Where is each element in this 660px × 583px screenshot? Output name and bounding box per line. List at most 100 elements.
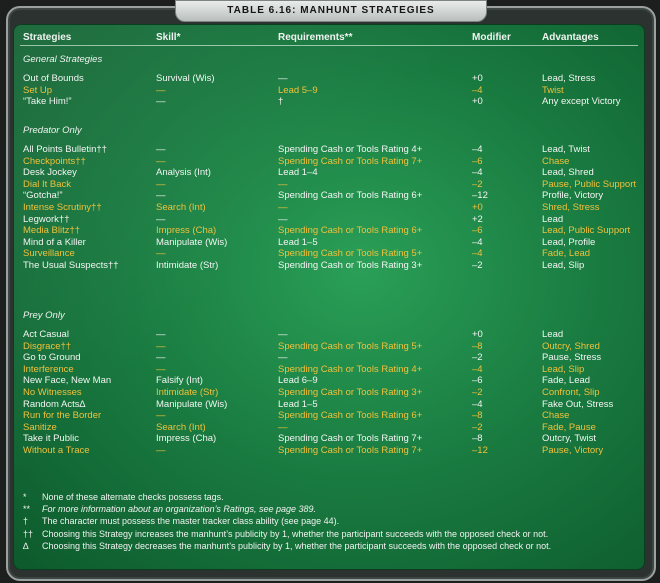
cell-strategy: Sanitize xyxy=(23,421,57,433)
cell-skill: Impress (Cha) xyxy=(156,225,217,237)
cell-skill: — xyxy=(156,363,166,375)
cell-requirements: Spending Cash or Tools Rating 7+ xyxy=(278,433,423,445)
footnote-text: For more information about an organizati… xyxy=(42,504,316,515)
cell-skill: Survival (Wis) xyxy=(156,73,215,84)
cell-requirements: — xyxy=(278,329,288,340)
cell-requirements: Lead 1–5 xyxy=(278,236,318,248)
table-row: Without a Trace — Spending Cash or Tools R… xyxy=(20,445,638,457)
cell-advantages: Pause, Victory xyxy=(542,445,604,456)
section-label: General Strategies xyxy=(23,54,103,65)
table-row: Interference — Spending Cash or Tools Rati… xyxy=(20,364,638,376)
table-row: Sanitize Search (Int) — –2 Fade, Pause xyxy=(20,422,638,434)
cell-strategy: “Gotcha!” xyxy=(23,190,63,202)
cell-skill: — xyxy=(156,213,166,225)
table-row: New Face, New Man Falsify (Int) Lead 6–9 –6… xyxy=(20,375,638,387)
table-row: All Points Bulletin†† — Spending Cash or T… xyxy=(20,144,638,156)
cell-modifier: –2 xyxy=(472,352,483,364)
cell-advantages: Pause, Public Support xyxy=(542,178,637,190)
cell-advantages: Lead, Slip xyxy=(542,260,585,271)
cell-requirements: Spending Cash or Tools Rating 3+ xyxy=(278,260,423,271)
cell-strategy: Desk Jockey xyxy=(23,167,77,179)
cell-modifier: –8 xyxy=(472,433,483,445)
section-label: Predator Only xyxy=(23,125,82,136)
cell-advantages: Shred, Stress xyxy=(542,202,600,213)
cell-requirements: Spending Cash or Tools Rating 6+ xyxy=(278,190,423,202)
table-row: Surveillance — Spending Cash or Tools Rati… xyxy=(20,248,638,260)
cell-strategy: Go to Ground xyxy=(23,352,81,364)
cell-skill: Manipulate (Wis) xyxy=(156,398,228,410)
cell-skill: — xyxy=(156,155,166,167)
cell-skill: Search (Int) xyxy=(156,202,206,213)
cell-advantages: Twist xyxy=(542,84,564,96)
cell-skill: Intimidate (Str) xyxy=(156,260,219,271)
cell-strategy: Intense Scrutiny†† xyxy=(23,202,102,213)
cell-requirements: — xyxy=(278,178,288,190)
header-requirements: Requirements** xyxy=(278,32,353,43)
table-row: Desk Jockey Analysis (Int) Lead 1–4 –4 Lead,… xyxy=(20,167,638,179)
table-row: “Gotcha!” — Spending Cash or Tools Rating … xyxy=(20,190,638,202)
table-row: Go to Ground — — –2 Pause, Stress xyxy=(20,352,638,364)
cell-strategy: Mind of a Killer xyxy=(23,236,86,248)
cell-requirements: Spending Cash or Tools Rating 5+ xyxy=(278,248,423,260)
cell-modifier: +2 xyxy=(472,213,483,225)
cell-advantages: Confront, Slip xyxy=(542,387,600,398)
cell-modifier: –2 xyxy=(472,387,483,398)
cell-requirements: — xyxy=(278,421,288,433)
footnote: ∆ Choosing this Strategy decreases the ma… xyxy=(20,540,630,552)
table-row: Dial It Back — — –2 Pause, Public Support xyxy=(20,179,638,191)
cell-advantages: Lead, Profile xyxy=(542,236,596,248)
cell-modifier: –12 xyxy=(472,190,488,202)
cell-strategy: Act Casual xyxy=(23,329,69,340)
cell-skill: Impress (Cha) xyxy=(156,433,217,445)
cell-advantages: Fake Out, Stress xyxy=(542,398,614,410)
cell-strategy: No Witnesses xyxy=(23,387,82,398)
table-row: Media Blitz†† Impress (Cha) Spending Cash … xyxy=(20,225,638,237)
cell-strategy: Random Acts∆ xyxy=(23,398,86,410)
table-row: Act Casual — — +0 Lead xyxy=(20,329,638,341)
footnote: †† Choosing this Strategy increases the m… xyxy=(20,528,630,540)
cell-requirements: Lead 5–9 xyxy=(278,84,318,96)
table-row: Run for the Border — Spending Cash or Tool… xyxy=(20,410,638,422)
cell-skill: — xyxy=(156,96,166,108)
footnote-mark: ** xyxy=(23,504,31,515)
cell-skill: Search (Int) xyxy=(156,421,206,433)
cell-modifier: +0 xyxy=(472,202,483,213)
cell-requirements: Spending Cash or Tools Rating 4+ xyxy=(278,144,423,155)
cell-requirements: Lead 1–4 xyxy=(278,167,318,179)
cell-strategy: All Points Bulletin†† xyxy=(23,144,107,155)
cell-requirements: Spending Cash or Tools Rating 7+ xyxy=(278,155,423,167)
cell-modifier: –4 xyxy=(472,363,483,375)
cell-modifier: –2 xyxy=(472,260,483,271)
footnote-text: None of these alternate checks possess t… xyxy=(42,492,224,502)
cell-strategy: Run for the Border xyxy=(23,410,102,422)
cell-skill: Manipulate (Wis) xyxy=(156,236,228,248)
cell-advantages: Lead, Shred xyxy=(542,167,594,179)
cell-skill: — xyxy=(156,329,166,340)
footnote: ** For more information about an organiza… xyxy=(20,503,630,515)
table-row: Intense Scrutiny†† Search (Int) — +0 Shred, … xyxy=(20,202,638,214)
cell-modifier: +0 xyxy=(472,73,483,84)
cell-requirements: Spending Cash or Tools Rating 7+ xyxy=(278,445,423,456)
cell-strategy: Surveillance xyxy=(23,248,75,260)
table-header-row: Strategies Skill* Requirements** Modifie… xyxy=(20,32,638,44)
footnote-text: Choosing this Strategy increases the man… xyxy=(42,528,549,539)
cell-strategy: Without a Trace xyxy=(23,445,90,456)
cell-strategy: Media Blitz†† xyxy=(23,225,81,237)
table-panel: Strategies Skill* Requirements** Modifie… xyxy=(13,24,645,570)
cell-strategy: The Usual Suspects†† xyxy=(23,260,119,271)
section-label: Prey Only xyxy=(23,310,65,321)
cell-requirements: Spending Cash or Tools Rating 3+ xyxy=(278,387,423,398)
cell-requirements: Spending Cash or Tools Rating 6+ xyxy=(278,225,423,237)
cell-requirements: Spending Cash or Tools Rating 4+ xyxy=(278,363,423,375)
cell-skill: — xyxy=(156,144,166,155)
cell-advantages: Lead xyxy=(542,329,564,340)
cell-modifier: +0 xyxy=(472,329,483,340)
footnote: * None of these alternate checks possess … xyxy=(20,491,630,503)
cell-strategy: Disgrace†† xyxy=(23,340,72,352)
cell-modifier: –2 xyxy=(472,421,483,433)
cell-advantages: Outcry, Twist xyxy=(542,433,597,445)
cell-modifier: –4 xyxy=(472,167,483,179)
cell-advantages: Chase xyxy=(542,410,570,422)
cell-advantages: Outcry, Shred xyxy=(542,340,600,352)
cell-skill: — xyxy=(156,190,166,202)
